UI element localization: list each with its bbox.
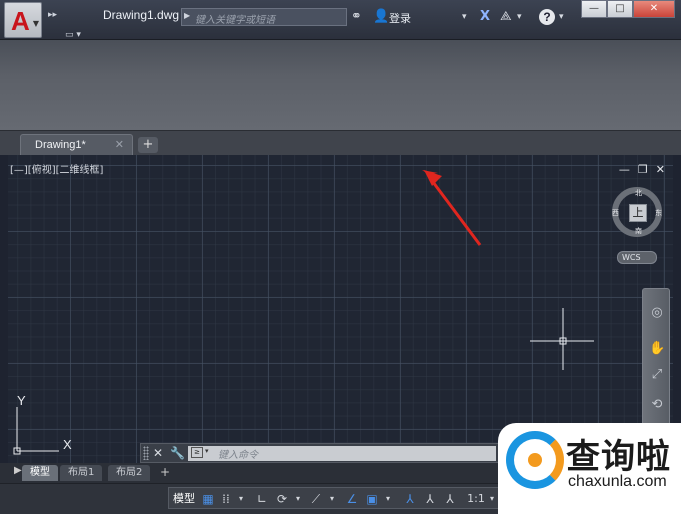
- command-placeholder: 键入命令: [218, 450, 258, 461]
- window-controls: — □ ✕: [581, 0, 675, 18]
- viewport-close-button[interactable]: ✕: [656, 163, 665, 176]
- new-tab-button[interactable]: +: [138, 137, 158, 153]
- exchange-icon[interactable]: X: [480, 9, 490, 25]
- search-input[interactable]: ▶ 键入关键字或短语: [181, 8, 347, 26]
- object-snap-icon[interactable]: ▣: [365, 491, 379, 507]
- document-tab-bar: Drawing1* ✕ +: [0, 130, 681, 156]
- search-placeholder: 键入关键字或短语: [195, 15, 275, 26]
- object-snap-tracking-icon[interactable]: ∠: [345, 491, 359, 507]
- help-icon[interactable]: ?: [539, 9, 555, 25]
- quick-access-toolbar-icon[interactable]: ▸▸: [48, 10, 57, 20]
- pan-hand-icon[interactable]: ✋: [649, 341, 665, 357]
- application-menu-button[interactable]: A ▼: [4, 2, 42, 38]
- tab-model[interactable]: 模型: [22, 465, 58, 481]
- tab-label: Drawing1*: [35, 139, 86, 151]
- viewcube-top-face[interactable]: 上: [629, 204, 647, 222]
- binoculars-icon[interactable]: ⚭: [351, 9, 362, 25]
- user-icon[interactable]: 👤: [373, 9, 389, 25]
- wcs-dropdown[interactable]: WCS: [617, 251, 657, 264]
- magnifier-logo-icon: [506, 431, 564, 489]
- orbit-icon[interactable]: ⟲: [649, 397, 665, 413]
- tab-layout2[interactable]: 布局2: [108, 465, 151, 481]
- compass-south[interactable]: 南: [635, 226, 642, 236]
- zoom-extents-icon[interactable]: ⤢: [649, 367, 665, 383]
- compass-north[interactable]: 北: [635, 188, 642, 198]
- viewport-restore-button[interactable]: ❐: [638, 163, 648, 176]
- ribbon-area: [0, 40, 681, 130]
- compass-east[interactable]: 东: [655, 208, 662, 218]
- compass-west[interactable]: 西: [612, 208, 619, 218]
- viewport-window-controls: — ❐ ✕: [619, 163, 665, 176]
- ortho-icon[interactable]: ∟: [255, 491, 269, 507]
- close-button[interactable]: ✕: [633, 0, 675, 18]
- navigation-bar: ◎ ✋ ⤢ ⟲: [642, 288, 670, 438]
- help-dropdown-icon[interactable]: ▾: [559, 9, 564, 25]
- a360-icon[interactable]: ⟁: [500, 9, 512, 25]
- document-title: Drawing1.dwg: [103, 8, 180, 22]
- autocad-logo-icon: A: [11, 6, 30, 36]
- tab-drawing1[interactable]: Drawing1* ✕: [20, 134, 133, 156]
- login-button[interactable]: 登录: [389, 10, 411, 26]
- watermark-chinese-text: 查询啦: [566, 437, 671, 477]
- ucs-y-label: Y: [17, 393, 26, 408]
- steering-wheel-icon[interactable]: ◎: [649, 305, 665, 321]
- tab-close-icon[interactable]: ✕: [115, 138, 124, 151]
- ucs-x-label: X: [63, 437, 72, 452]
- annotation-scale-icon[interactable]: ⅄: [443, 491, 457, 507]
- search-expand-icon[interactable]: ▶: [184, 11, 190, 20]
- snap-dropdown-icon[interactable]: ▾: [236, 491, 246, 507]
- annotation-visibility-icon[interactable]: ⅄: [403, 491, 417, 507]
- command-prompt-icon[interactable]: ≥: [191, 447, 203, 458]
- command-input[interactable]: ≥ ▾ 键入命令: [188, 446, 496, 461]
- maximize-button[interactable]: □: [607, 0, 633, 18]
- a360-dropdown-icon[interactable]: ▾: [517, 9, 522, 25]
- recent-commands-dropdown-icon[interactable]: ▾: [205, 447, 209, 455]
- annotation-scale-value[interactable]: 1:1: [465, 491, 487, 507]
- annotation-arrow-icon: [422, 170, 482, 246]
- minimize-button[interactable]: —: [581, 0, 607, 18]
- watermark-url-text: chaxunla.com: [568, 473, 667, 490]
- polar-tracking-icon[interactable]: ⟳: [275, 491, 289, 507]
- polar-dropdown-icon[interactable]: ▾: [293, 491, 303, 507]
- command-line: ✕ 🔧 ≥ ▾ 键入命令: [140, 443, 500, 463]
- ucs-axis-icon: [13, 407, 59, 455]
- tab-layout1[interactable]: 布局1: [60, 465, 103, 481]
- viewport-minimize-button[interactable]: —: [619, 163, 630, 176]
- drag-grip-icon[interactable]: [143, 446, 149, 460]
- wcs-label: WCS: [622, 253, 641, 262]
- scale-dropdown-icon[interactable]: ▾: [487, 491, 497, 507]
- auto-scale-icon[interactable]: ⅄: [423, 491, 437, 507]
- crosshair-cursor-icon: [530, 308, 594, 370]
- watermark-logo: 查询啦 chaxunla.com: [498, 423, 681, 514]
- isodraft-dropdown-icon[interactable]: ▾: [327, 491, 337, 507]
- tab-scroll-icon[interactable]: ▶: [14, 465, 22, 476]
- caret-down-icon: ▼: [32, 19, 39, 28]
- object-snap-dropdown-icon[interactable]: ▾: [383, 491, 393, 507]
- model-space-button[interactable]: 模型: [171, 491, 197, 507]
- customize-wrench-icon[interactable]: 🔧: [170, 446, 185, 460]
- isodraft-icon[interactable]: ⟋: [309, 491, 323, 507]
- grid-icon[interactable]: ▦: [201, 491, 215, 507]
- add-layout-button[interactable]: +: [157, 465, 173, 481]
- viewport-controls-label[interactable]: [—][俯视][二维线框]: [10, 161, 103, 176]
- close-icon[interactable]: ✕: [153, 446, 163, 460]
- snap-icon[interactable]: ⁞⁞: [219, 491, 233, 507]
- drawing-canvas[interactable]: [—][俯视][二维线框] — ❐ ✕ 北 西 东 南 上 WCS ◎ ✋ ⤢ …: [8, 155, 673, 463]
- title-bar: A ▼ ▸▸ ▭ ▾ Drawing1.dwg ▶ 键入关键字或短语 ⚭ 👤 登…: [0, 0, 681, 40]
- viewcube[interactable]: 北 西 东 南 上: [612, 187, 662, 237]
- quick-access-dropdown-icon[interactable]: ▭ ▾: [65, 30, 81, 40]
- login-dropdown-icon[interactable]: ▾: [462, 9, 467, 25]
